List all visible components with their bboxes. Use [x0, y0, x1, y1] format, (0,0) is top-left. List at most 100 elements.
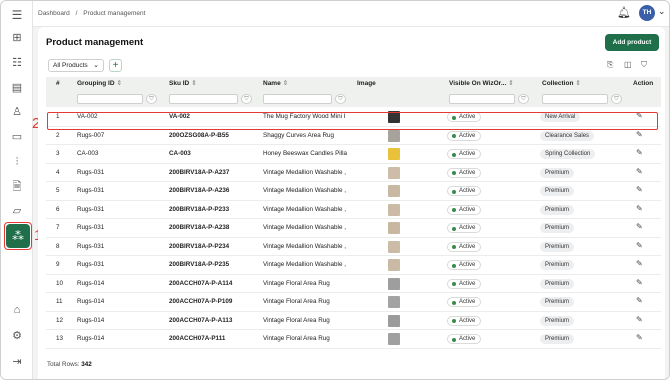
sort-icon[interactable]: ⇕ — [117, 80, 122, 87]
column-header-visible[interactable]: Visible On WizOr... ⇕ — [444, 77, 537, 91]
row-number: 7 — [56, 224, 60, 231]
sku-id-cell: 200ACCH07A-P-P109 — [169, 298, 233, 305]
chat-icon[interactable]: ▭ — [10, 130, 24, 144]
table-row[interactable]: 10 Rugs-014 200ACCH07A-P-A114 Vintage Flora… — [46, 275, 661, 293]
edit-icon[interactable]: ✎ — [636, 241, 643, 250]
column-header-sku-id[interactable]: Sku ID ⇕ — [164, 77, 257, 91]
table-row[interactable]: 4 Rugs-031 200BIRV18A-P-A237 Vintage Medall… — [46, 164, 661, 182]
product-thumbnail — [388, 314, 400, 327]
status-badge: Active — [447, 130, 482, 141]
file-lock-icon[interactable]: 🗎 — [10, 180, 24, 194]
catalog-icon[interactable]: ⊞ — [10, 31, 24, 45]
table-row[interactable]: 12 Rugs-014 200ACCH07A-P-A113 Vintage Flora… — [46, 312, 661, 330]
edit-icon[interactable]: ✎ — [636, 130, 643, 139]
column-header-collection[interactable]: Collection ⇕ — [537, 77, 627, 91]
sku-filter-input[interactable] — [169, 94, 238, 104]
filter-icon[interactable]: ⛉ — [641, 60, 647, 70]
table-row[interactable]: 13 Rugs-014 200ACCH07A-P111 Vintage Floral … — [46, 330, 661, 349]
sku-id-cell: CA-003 — [169, 150, 191, 157]
store-icon[interactable]: ⌂ — [10, 303, 24, 317]
columns-icon[interactable]: ◫ — [624, 60, 632, 69]
collection-badge: Clearance Sales — [540, 130, 595, 141]
product-thumbnail — [388, 129, 400, 142]
logout-icon[interactable]: ⇥ — [10, 355, 24, 369]
export-icon[interactable]: ⎘ — [607, 60, 613, 70]
sort-icon[interactable]: ⇕ — [283, 80, 288, 87]
sku-id-cell: 200BIRV18A-P-P234 — [169, 242, 230, 250]
collection-filter-input[interactable] — [542, 94, 608, 104]
table-row[interactable]: 9 Rugs-031 200BIRV18A-P-P235 Vintage Medall… — [46, 256, 661, 275]
add-product-button[interactable]: Add product — [605, 34, 659, 51]
table-row[interactable]: 6 Rugs-031 200BIRV18A-P-P233 Vintage Medall… — [46, 201, 661, 219]
grouping-id-cell: Rugs-014 — [77, 335, 105, 342]
sort-icon[interactable]: ⇕ — [191, 80, 196, 87]
avatar[interactable]: TH — [639, 5, 655, 21]
row-highlight — [47, 112, 658, 130]
filter-icon[interactable]: ⛉ — [518, 94, 529, 104]
edit-icon[interactable]: ✎ — [636, 259, 643, 268]
total-rows-value: 342 — [81, 361, 92, 368]
name-cell: Vintage Floral Area Rug — [263, 279, 330, 287]
stats-icon[interactable]: ⫶ — [10, 155, 24, 169]
status-badge: Active — [447, 204, 482, 215]
status-badge: Active — [447, 167, 482, 178]
name-cell: Vintage Medallion Washable , — [263, 168, 346, 176]
sort-icon[interactable]: ⇕ — [508, 80, 513, 87]
table-row[interactable]: 3 CA-003 CA-003 Honey Beeswax Candles Pilla… — [46, 145, 661, 164]
menu-icon[interactable]: ☰ — [10, 8, 24, 22]
collection-badge: Premium — [540, 223, 575, 233]
filter-icon[interactable]: ⛉ — [335, 94, 346, 104]
column-header-grouping-id[interactable]: Grouping ID ⇕ — [72, 77, 162, 91]
edit-icon[interactable]: ✎ — [636, 333, 643, 342]
sku-id-cell: 200BIRV18A-P-A237 — [169, 168, 230, 176]
name-filter-input[interactable] — [263, 94, 332, 104]
add-filter-button[interactable]: + — [109, 59, 122, 72]
document-icon[interactable]: ▤ — [10, 81, 24, 95]
edit-icon[interactable]: ✎ — [636, 204, 643, 213]
status-badge: Active — [447, 186, 482, 196]
breadcrumb: Dashboard / Product management — [38, 10, 149, 17]
filter-icon[interactable]: ⛉ — [146, 94, 157, 104]
sort-icon[interactable]: ⇕ — [575, 80, 580, 87]
product-thumbnail — [388, 166, 400, 179]
edit-icon[interactable]: ✎ — [636, 185, 643, 194]
grouping-id-cell: Rugs-031 — [77, 187, 105, 194]
edit-icon[interactable]: ✎ — [636, 167, 643, 176]
column-header-name[interactable]: Name ⇕ — [258, 77, 351, 91]
settings-icon[interactable]: ⚙ — [10, 329, 24, 343]
product-thumbnail — [388, 277, 400, 290]
collection-badge: Premium — [540, 278, 575, 289]
edit-icon[interactable]: ✎ — [636, 148, 643, 157]
product-thumbnail — [388, 185, 400, 197]
chevron-down-icon[interactable]: ⌄ — [658, 6, 666, 17]
breadcrumb-dashboard[interactable]: Dashboard — [38, 10, 70, 17]
list-icon[interactable]: ☷ — [10, 56, 24, 70]
breadcrumb-separator: / — [75, 10, 78, 17]
row-number: 13 — [56, 335, 64, 342]
edit-icon[interactable]: ✎ — [636, 296, 643, 305]
grouping-filter-input[interactable] — [77, 94, 143, 104]
name-cell: Vintage Floral Area Rug — [263, 298, 330, 305]
status-badge: Active — [447, 260, 482, 270]
table-row[interactable]: 5 Rugs-031 200BIRV18A-P-A236 Vintage Medall… — [46, 182, 661, 201]
edit-icon[interactable]: ✎ — [636, 315, 643, 324]
user-icon[interactable]: ♙ — [10, 105, 24, 119]
product-thumbnail — [388, 222, 400, 234]
product-thumbnail — [388, 296, 400, 308]
collection-badge: Premium — [540, 260, 575, 270]
top-bar: Dashboard / Product management 🔔︎ TH ⌄ — [33, 1, 669, 27]
filter-icon[interactable]: ⛉ — [611, 94, 622, 104]
edit-icon[interactable]: ✎ — [636, 278, 643, 287]
table-row[interactable]: 8 Rugs-031 200BIRV18A-P-P234 Vintage Medall… — [46, 238, 661, 256]
collection-badge: Premium — [540, 167, 575, 178]
product-filter-select[interactable]: All Products ⌄ — [48, 59, 104, 72]
notification-bell-icon[interactable]: 🔔︎ — [617, 6, 631, 19]
table-row[interactable]: 11 Rugs-014 200ACCH07A-P-P109 Vintage Flora… — [46, 293, 661, 312]
status-badge: Active — [447, 241, 482, 252]
edit-icon[interactable]: ✎ — [636, 222, 643, 231]
table-row[interactable]: 7 Rugs-031 200BIRV18A-P-A238 Vintage Medall… — [46, 219, 661, 238]
folder-icon[interactable]: ▱ — [10, 204, 24, 218]
grouping-id-cell: Rugs-014 — [77, 316, 105, 324]
visible-filter-input[interactable] — [449, 94, 515, 104]
filter-icon[interactable]: ⛉ — [241, 94, 252, 104]
